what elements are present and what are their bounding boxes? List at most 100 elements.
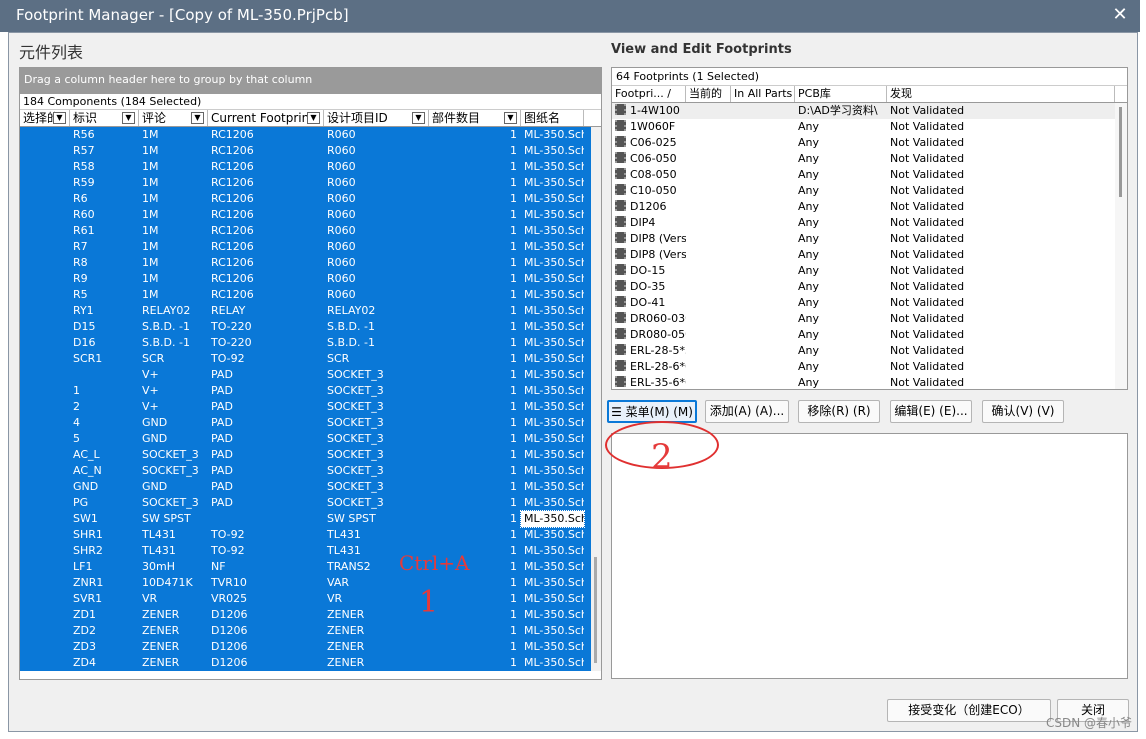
footprint-row[interactable]: DO-15 Any Not Validated [612, 263, 1127, 279]
footprint-cell [731, 151, 795, 167]
footprint-name: 1W060F [630, 120, 676, 133]
component-cell: SW1 [73, 512, 98, 525]
filter-dropdown-icon[interactable]: ▼ [307, 112, 320, 124]
footprint-grid-scrollbar[interactable] [1115, 103, 1127, 389]
component-cell: SOCKET_3 [327, 496, 384, 509]
footprint-grid-body[interactable]: 1-4W100 D:\AD学习资料\ Not Validated 1W060F Any N… [612, 103, 1127, 389]
component-row[interactable]: V+ PAD SOCKET_3 1 ML-350.Schl [20, 367, 601, 383]
component-row[interactable]: R6 1M RC1206 R060 1 ML-350.Schl [20, 191, 601, 207]
add-button[interactable]: 添加(A) (A)... [705, 400, 789, 423]
component-row[interactable]: R5 1M RC1206 R060 1 ML-350.Schl [20, 287, 601, 303]
component-row[interactable]: R60 1M RC1206 R060 1 ML-350.Schl [20, 207, 601, 223]
footprint-row[interactable]: ERL-28-5*5 Any Not Validated [612, 343, 1127, 359]
filter-dropdown-icon[interactable]: ▼ [412, 112, 425, 124]
filter-dropdown-icon[interactable]: ▼ [191, 112, 204, 124]
component-row[interactable]: R61 1M RC1206 R060 1 ML-350.Schl [20, 223, 601, 239]
component-row[interactable]: ZNR1 10D471K TVR10 VAR 1 ML-350.Schl [20, 575, 601, 591]
component-row[interactable]: ZD1 ZENER D1206 ZENER 1 ML-350.Schl [20, 607, 601, 623]
component-row[interactable]: SHR1 TL431 TO-92 TL431 1 ML-350.Schl [20, 527, 601, 543]
footprint-chip-icon [615, 376, 626, 387]
component-row[interactable]: R9 1M RC1206 R060 1 ML-350.Schl [20, 271, 601, 287]
footprint-row[interactable]: DIP8 (Versi Any Not Validated [612, 231, 1127, 247]
component-row[interactable]: R57 1M RC1206 R060 1 ML-350.Schl [20, 143, 601, 159]
confirm-button[interactable]: 确认(V) (V) [982, 400, 1064, 423]
column-header[interactable]: 图纸名 [521, 110, 584, 126]
component-row[interactable]: SW1 SW SPST SW SPST 1ML-350.Schl [20, 510, 601, 528]
component-row[interactable]: PG SOCKET_3 PAD SOCKET_3 1 ML-350.Schl [20, 495, 601, 511]
footprint-chip-icon [615, 248, 626, 259]
component-row[interactable]: 5 GND PAD SOCKET_3 1 ML-350.Schl [20, 431, 601, 447]
remove-button[interactable]: 移除(R) (R) [798, 400, 880, 423]
footprint-column-header[interactable]: 发现 [887, 86, 1115, 102]
group-by-hint[interactable]: Drag a column header here to group by th… [20, 68, 601, 94]
component-row[interactable]: ZD2 ZENER D1206 ZENER 1 ML-350.Schl [20, 623, 601, 639]
component-row[interactable]: LF130mHNFTRANS21ML-350.Schl [20, 559, 601, 575]
component-row[interactable]: RY1 RELAY02 RELAY RELAY02 1 ML-350.Schl [20, 303, 601, 319]
component-cell: ML-350.Schl [524, 304, 584, 317]
footprint-row[interactable]: C06-025 Any Not Validated [612, 135, 1127, 151]
footprint-column-header[interactable]: Footpri... / [612, 86, 686, 102]
component-row[interactable]: 1 V+ PAD SOCKET_3 1 ML-350.Schl [20, 383, 601, 399]
footprint-grid[interactable]: 64 Footprints (1 Selected) Footpri... / 当… [611, 67, 1128, 390]
component-row[interactable]: R56 1M RC1206 R060 1 ML-350.Schl [20, 127, 601, 143]
component-cell: ZENER [142, 640, 180, 653]
component-row[interactable]: ZD4 ZENER D1206 ZENER 1 ML-350.Schl [20, 655, 601, 671]
footprint-row[interactable]: DIP8 (Versi Any Not Validated [612, 247, 1127, 263]
component-row[interactable]: R58 1M RC1206 R060 1 ML-350.Schl [20, 159, 601, 175]
menu-button[interactable]: ☰ 菜单(M) (M) [607, 400, 697, 423]
component-cell: R8 [73, 256, 88, 269]
filter-dropdown-icon[interactable]: ▼ [53, 112, 66, 124]
column-header[interactable]: 标识 ▼ [70, 110, 139, 126]
component-row[interactable]: D16 S.B.D. -1 TO-220 S.B.D. -1 1 ML-350.Schl [20, 335, 601, 351]
footprint-row[interactable]: C10-050 Any Not Validated [612, 183, 1127, 199]
component-row[interactable]: SHR2TL431TO-92TL4311ML-350.Schl [20, 543, 601, 559]
component-row[interactable]: ZD3 ZENER D1206 ZENER 1 ML-350.Schl [20, 639, 601, 655]
component-row[interactable]: SVR1 VR VR025 VR 1 ML-350.Schl [20, 591, 601, 607]
edit-button[interactable]: 编辑(E) (E)... [890, 400, 972, 423]
footprint-column-header[interactable]: PCB库 [795, 86, 887, 102]
footprint-row[interactable]: D1206 Any Not Validated [612, 199, 1127, 215]
component-cell: ML-350.Schl [524, 608, 584, 621]
component-cell: TVR10 [211, 576, 247, 589]
accept-changes-button[interactable]: 接受变化（创建ECO） [887, 699, 1051, 722]
component-row[interactable]: R7 1M RC1206 R060 1 ML-350.Schl [20, 239, 601, 255]
component-row[interactable]: SCR1SCRTO-92SCR1ML-350.Schl [20, 351, 601, 367]
footprint-row[interactable]: 1W060F Any Not Validated [612, 119, 1127, 135]
footprint-row[interactable]: C06-050 Any Not Validated [612, 151, 1127, 167]
footprint-row[interactable]: ERL-35-6*6 Any Not Validated [612, 375, 1127, 389]
footprint-name: DIP8 (Versi [630, 232, 686, 245]
component-grid-body[interactable]: R561MRC1206R0601ML-350.SchlR571MRC1206R0… [20, 127, 601, 671]
component-row[interactable]: R8 1M RC1206 R060 1 ML-350.Schl [20, 255, 601, 271]
footprint-row[interactable]: DO-35 Any Not Validated [612, 279, 1127, 295]
filter-dropdown-icon[interactable]: ▼ [504, 112, 517, 124]
close-icon[interactable]: ✕ [1108, 4, 1132, 28]
component-row[interactable]: AC_L SOCKET_3 PAD SOCKET_3 1 ML-350.Schl [20, 447, 601, 463]
component-row[interactable]: 4 GND PAD SOCKET_3 1 ML-350.Schl [20, 415, 601, 431]
component-row[interactable]: R59 1M RC1206 R060 1 ML-350.Schl [20, 175, 601, 191]
component-grid-scrollbar[interactable] [591, 127, 601, 671]
column-header[interactable]: 评论 ▼ [139, 110, 208, 126]
footprint-column-header[interactable]: 当前的 [686, 86, 731, 102]
footprint-column-header[interactable]: In All Parts [731, 86, 795, 102]
component-cell: 1 [510, 528, 517, 541]
column-header[interactable]: 选择的 ▼ [20, 110, 70, 126]
component-row[interactable]: AC_N SOCKET_3 PAD SOCKET_3 1 ML-350.Schl [20, 463, 601, 479]
component-row[interactable]: 2 V+ PAD SOCKET_3 1 ML-350.Schl [20, 399, 601, 415]
scrollbar-thumb[interactable] [594, 557, 597, 663]
footprint-row[interactable]: DIP4 Any Not Validated [612, 215, 1127, 231]
component-row[interactable]: GND GND PAD SOCKET_3 1 ML-350.Schl [20, 479, 601, 495]
filter-dropdown-icon[interactable]: ▼ [122, 112, 135, 124]
component-grid[interactable]: Drag a column header here to group by th… [19, 67, 602, 680]
component-cell [20, 255, 70, 271]
footprint-row[interactable]: DO-41 Any Not Validated [612, 295, 1127, 311]
footprint-row[interactable]: ERL-28-6*6 Any Not Validated [612, 359, 1127, 375]
column-header[interactable]: 部件数目 ▼ [429, 110, 521, 126]
scrollbar-thumb[interactable] [1119, 107, 1122, 197]
footprint-row[interactable]: DR080-050 Any Not Validated [612, 327, 1127, 343]
footprint-row[interactable]: 1-4W100 D:\AD学习资料\ Not Validated [612, 103, 1127, 119]
footprint-row[interactable]: C08-050 Any Not Validated [612, 167, 1127, 183]
footprint-row[interactable]: DR060-030 Any Not Validated [612, 311, 1127, 327]
column-header[interactable]: Current Footprint ▼ [208, 110, 324, 126]
column-header[interactable]: 设计项目ID ▼ [324, 110, 429, 126]
component-row[interactable]: D15 S.B.D. -1 TO-220 S.B.D. -1 1 ML-350.Schl [20, 319, 601, 335]
